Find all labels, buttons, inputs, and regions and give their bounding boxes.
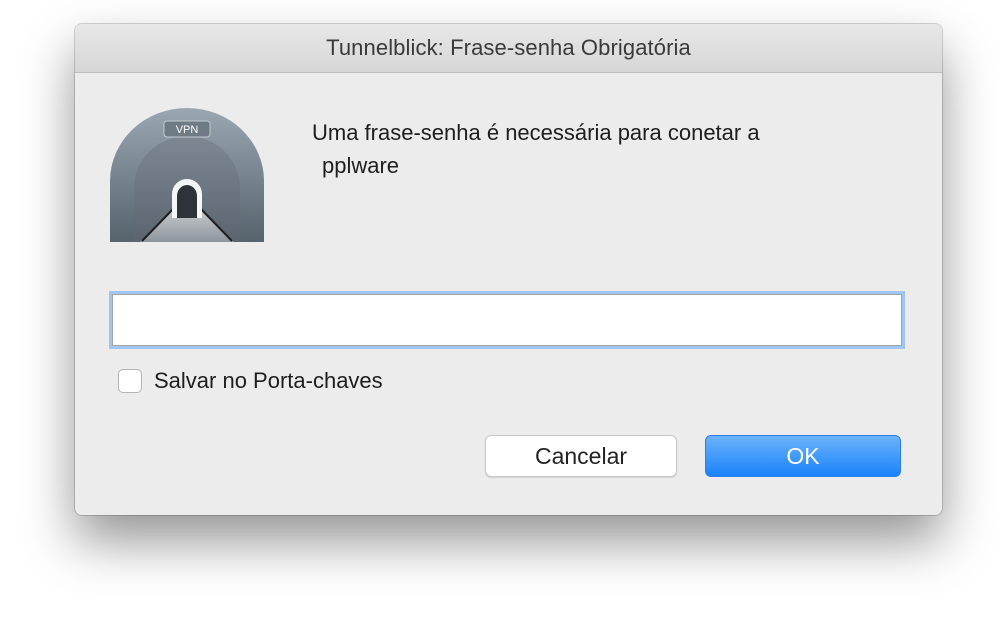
tunnelblick-icon: VPN (110, 108, 264, 242)
save-in-keychain-option[interactable]: Salvar no Porta-chaves (118, 366, 383, 396)
ok-button[interactable]: OK (705, 435, 901, 477)
cancel-button[interactable]: Cancelar (485, 435, 677, 477)
window-title: Tunnelblick: Frase-senha Obrigatória (326, 35, 691, 60)
save-in-keychain-checkbox[interactable] (118, 369, 142, 393)
prompt-message: Uma frase-senha é necessária para coneta… (312, 116, 912, 182)
connection-name: pplware (322, 153, 400, 178)
prompt-line-1: Uma frase-senha é necessária para coneta… (312, 120, 760, 145)
passphrase-input[interactable] (112, 294, 902, 346)
screen: Tunnelblick: Frase-senha Obrigatória VPN… (0, 0, 1003, 633)
passphrase-dialog: Tunnelblick: Frase-senha Obrigatória VPN… (75, 24, 942, 515)
vpn-badge-text: VPN (176, 124, 199, 136)
title-bar[interactable]: Tunnelblick: Frase-senha Obrigatória (75, 24, 942, 73)
save-in-keychain-label: Salvar no Porta-chaves (154, 368, 383, 393)
